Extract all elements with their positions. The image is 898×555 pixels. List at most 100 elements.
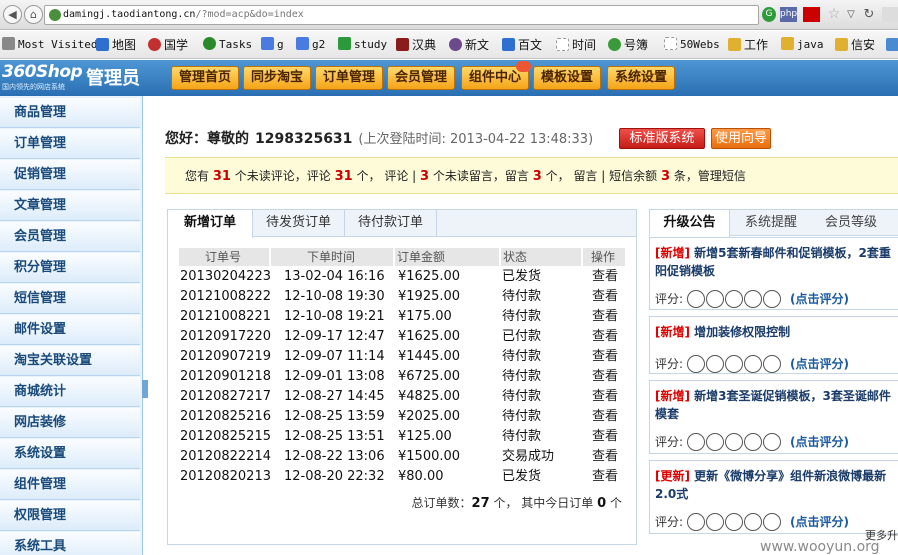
rating-circle-icon[interactable] — [706, 355, 725, 373]
sidebar-item-taobao-link[interactable]: 淘宝关联设置 — [0, 346, 140, 376]
bookmark-overflow[interactable] — [886, 36, 898, 54]
rating-circle-icon[interactable] — [744, 513, 763, 531]
bookmark-most-visited[interactable]: Most Visited — [2, 36, 97, 54]
nav-home[interactable]: 管理首页 — [171, 66, 239, 90]
search-engine-icon[interactable] — [882, 7, 898, 22]
nav-orders[interactable]: 订单管理 — [315, 66, 383, 90]
standard-edition-button[interactable]: 标准版系统 — [619, 128, 705, 149]
sidebar-item-orders[interactable]: 订单管理 — [0, 129, 140, 159]
nav-system[interactable]: 系统设置 — [607, 66, 675, 90]
rating-circle-icon[interactable] — [725, 513, 744, 531]
manage-sms-link[interactable]: 条，管理短信 — [674, 169, 746, 183]
rating-circle-icon[interactable] — [706, 433, 725, 451]
rating-circle-icon[interactable] — [687, 513, 706, 531]
sidebar-item-stats[interactable]: 商城统计 — [0, 377, 140, 407]
rating-circle-icon[interactable] — [763, 513, 782, 531]
view-order-link[interactable]: 查看 — [592, 447, 618, 467]
bookmark-g2[interactable]: g2 — [296, 36, 325, 54]
back-icon[interactable]: ◀ — [3, 5, 22, 24]
view-order-link[interactable]: 查看 — [592, 427, 618, 447]
announcement-title[interactable]: [新增] 新增5套新春邮件和促销模板，2套重阳促销模板 — [655, 244, 898, 280]
rating-circle-icon[interactable] — [687, 290, 706, 308]
unread-messages-count[interactable]: 3 — [420, 169, 429, 184]
rate-link[interactable]: (点击评分) — [790, 515, 849, 529]
rate-link[interactable]: (点击评分) — [790, 292, 849, 306]
view-order-link[interactable]: 查看 — [592, 267, 618, 287]
rating-circle-icon[interactable] — [725, 290, 744, 308]
tab-member-level[interactable]: 会员等级 — [811, 210, 891, 236]
rating-circle-icon[interactable] — [763, 355, 782, 373]
nav-sync-taobao[interactable]: 同步淘宝 — [243, 66, 311, 90]
sidebar-collapse-handle[interactable] — [142, 380, 148, 398]
bookmark-baiwen[interactable]: 百文 — [502, 36, 542, 54]
guide-button[interactable]: 使用向导 — [711, 128, 771, 149]
bookmark-tasks[interactable]: Tasks — [203, 36, 252, 54]
sidebar-item-sms[interactable]: 短信管理 — [0, 284, 140, 314]
bookmark-folder-java[interactable]: java — [781, 36, 824, 54]
announcement-title[interactable]: [新增] 增加装修权限控制 — [655, 323, 898, 341]
announcement-title[interactable]: [更新] 更新《微博分享》组件新浪微博最新2.0式 — [655, 467, 898, 503]
sidebar-item-components[interactable]: 组件管理 — [0, 470, 140, 500]
view-order-link[interactable]: 查看 — [592, 467, 618, 487]
star-icon[interactable]: ☆ — [826, 7, 842, 22]
bookmark-map[interactable]: 地图 — [96, 36, 136, 54]
sidebar-item-points[interactable]: 积分管理 — [0, 253, 140, 283]
bookmark-haobu[interactable]: 号簿 — [608, 36, 648, 54]
rating-circle-icon[interactable] — [744, 355, 763, 373]
sidebar-item-email[interactable]: 邮件设置 — [0, 315, 140, 345]
sidebar-item-products[interactable]: 商品管理 — [0, 98, 140, 128]
tab-new-orders[interactable]: 新增订单 — [168, 210, 253, 238]
reload-icon[interactable]: ↻ — [862, 7, 876, 22]
rating-circle-icon[interactable] — [725, 433, 744, 451]
bookmark-time[interactable]: 时间 — [556, 36, 596, 54]
sidebar-item-members[interactable]: 会员管理 — [0, 222, 140, 252]
rating-circle-icon[interactable] — [763, 290, 782, 308]
bookmark-handian[interactable]: 汉典 — [396, 36, 436, 54]
rating-circle-icon[interactable] — [687, 355, 706, 373]
nav-templates[interactable]: 模板设置 — [533, 66, 601, 90]
rating-circle-icon[interactable] — [706, 290, 725, 308]
view-order-link[interactable]: 查看 — [592, 387, 618, 407]
tab-to-pay[interactable]: 待付款订单 — [345, 210, 437, 237]
sidebar-item-tools[interactable]: 系统工具 — [0, 532, 140, 555]
sidebar-item-articles[interactable]: 文章管理 — [0, 191, 140, 221]
rate-link[interactable]: (点击评分) — [790, 357, 849, 371]
tab-to-ship[interactable]: 待发货订单 — [253, 210, 345, 237]
view-order-link[interactable]: 查看 — [592, 307, 618, 327]
rating-circle-icon[interactable] — [687, 433, 706, 451]
unread-comments-count[interactable]: 31 — [213, 169, 231, 184]
comments-count[interactable]: 31 — [335, 169, 353, 184]
bookmark-50webs[interactable]: 50Webs — [664, 36, 720, 54]
dropdown-icon[interactable]: ▽ — [845, 7, 857, 22]
bookmark-guoxue[interactable]: 国学 — [148, 36, 188, 54]
sidebar-item-system[interactable]: 系统设置 — [0, 439, 140, 469]
view-order-link[interactable]: 查看 — [592, 347, 618, 367]
rating-circle-icon[interactable] — [763, 433, 782, 451]
extension-g-icon[interactable]: G — [762, 7, 776, 22]
tab-system-reminder[interactable]: 系统提醒 — [731, 210, 811, 236]
rating-circle-icon[interactable] — [706, 513, 725, 531]
rate-link[interactable]: (点击评分) — [790, 435, 849, 449]
bookmark-g[interactable]: g — [261, 36, 284, 54]
php-extension-icon[interactable]: php — [780, 7, 797, 22]
tab-upgrade-notice[interactable]: 升级公告 — [650, 210, 730, 237]
sidebar-item-promotions[interactable]: 促销管理 — [0, 160, 140, 190]
rating-circle-icon[interactable] — [725, 355, 744, 373]
sidebar-item-permissions[interactable]: 权限管理 — [0, 501, 140, 531]
view-order-link[interactable]: 查看 — [592, 367, 618, 387]
bookmark-study[interactable]: study — [338, 36, 387, 54]
nav-members[interactable]: 会员管理 — [387, 66, 455, 90]
view-order-link[interactable]: 查看 — [592, 327, 618, 347]
rating-circle-icon[interactable] — [744, 290, 763, 308]
view-order-link[interactable]: 查看 — [592, 407, 618, 427]
rating-circle-icon[interactable] — [744, 433, 763, 451]
url-input[interactable]: damingj.taodiantong.cn/?mod=acp&do=index — [44, 5, 759, 25]
home-icon[interactable]: ⌂ — [24, 5, 43, 24]
view-order-link[interactable]: 查看 — [592, 287, 618, 307]
messages-count[interactable]: 3 — [533, 169, 542, 184]
sidebar-item-decoration[interactable]: 网店装修 — [0, 408, 140, 438]
bookmark-xinwen[interactable]: 新文 — [449, 36, 489, 54]
announcement-title[interactable]: [新增] 新增3套圣诞促销模板，3套圣诞邮件模套 — [655, 387, 898, 423]
bookmark-folder-xinan[interactable]: 信安 — [835, 36, 875, 54]
bookmark-folder-work[interactable]: 工作 — [728, 36, 768, 54]
